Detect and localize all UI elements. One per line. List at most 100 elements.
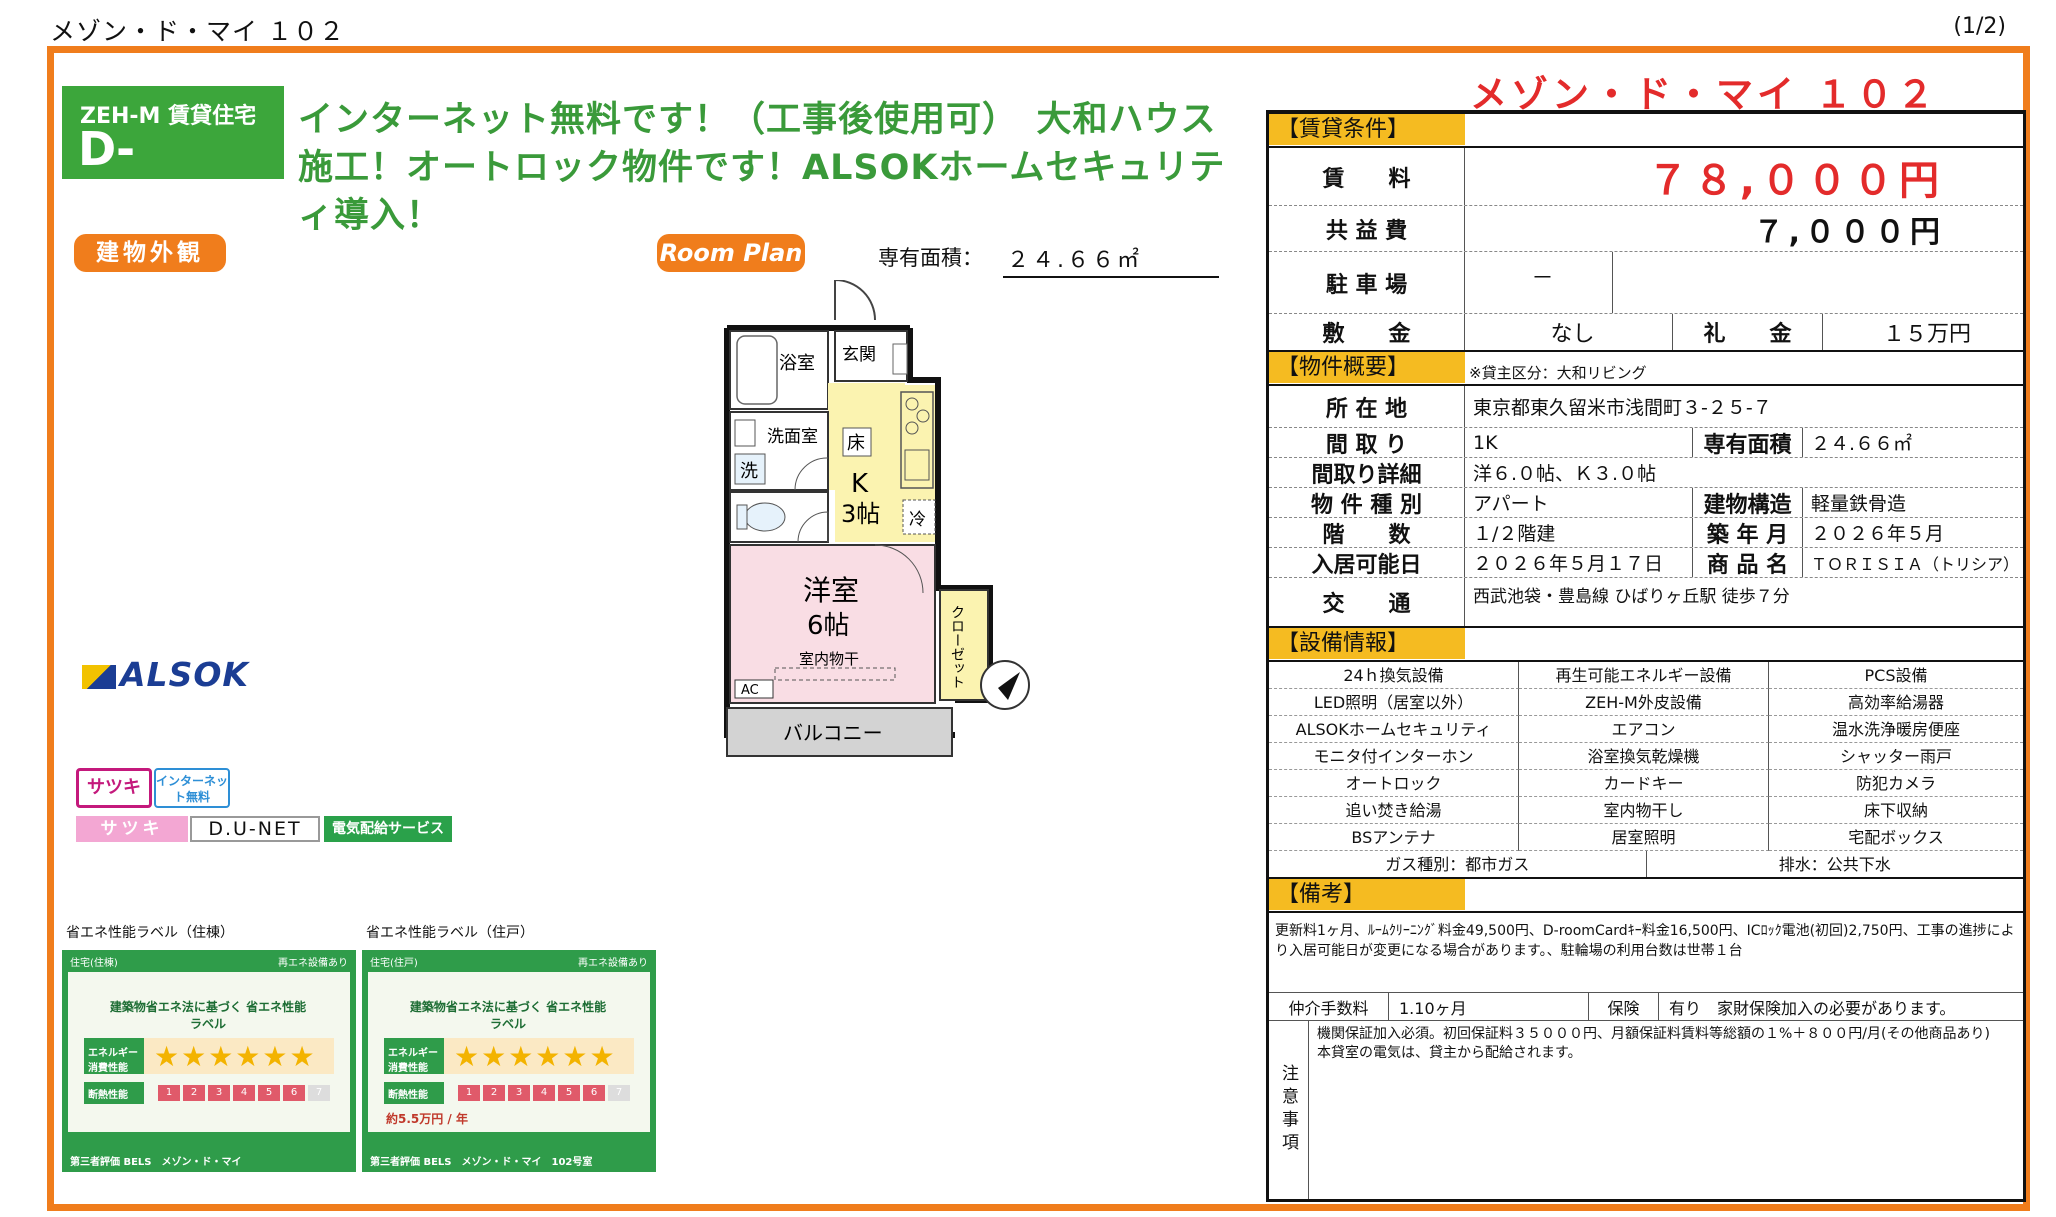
insurance-value: 有り 家財保険加入の必要があります。 bbox=[1669, 998, 1956, 1018]
alsok-logo: ALSOK bbox=[82, 655, 249, 694]
star-rating-icon: ★★★★★★ bbox=[154, 1040, 317, 1073]
area-row-label: 専有面積 bbox=[1693, 428, 1803, 458]
indoor-dry-label: 室内物干 bbox=[799, 650, 859, 668]
product-label: 商 品 名 bbox=[1693, 548, 1803, 578]
gas-type: ガス種別：都市ガス bbox=[1269, 851, 1647, 877]
parking-label: 駐 車 場 bbox=[1269, 252, 1465, 313]
layout-row: 間 取 り 1K 専有面積 ２４.６６㎡ bbox=[1269, 428, 2023, 458]
power-service-banner: 電気配給サービス bbox=[324, 816, 452, 842]
equipment-item: 再生可能エネルギー設備 bbox=[1519, 662, 1769, 689]
property-sheet: 【賃貸条件】 賃 料 ７８,０００円 共 益 費 ７,０００円 駐 車 場 － … bbox=[1266, 110, 2026, 1202]
agent-fee-row: 仲介手数料 1.10ヶ月 保険 有り 家財保険加入の必要があります。 bbox=[1269, 993, 2023, 1021]
product-value: ＴＯＲＩＳＩＡ（トリシア） bbox=[1811, 554, 2020, 574]
layout-detail-row: 間取り詳細 洋６.０帖、Ｋ３.０帖 bbox=[1269, 458, 2023, 488]
floor-storage-label: 床 bbox=[847, 433, 865, 454]
bels-building-caption: 省エネ性能ラベル（住棟） bbox=[66, 925, 234, 941]
logo-line2: D-ROOM bbox=[78, 122, 234, 230]
bels-unit-renewable: 再エネ設備あり bbox=[578, 958, 648, 969]
overview-section: 【物件概要】 ※貸主区分：大和リビング bbox=[1269, 352, 2023, 386]
equipment-section-title: 【設備情報】 bbox=[1269, 628, 1465, 659]
rental-section-title: 【賃貸条件】 bbox=[1269, 114, 1465, 145]
area-row-value: ２４.６６㎡ bbox=[1811, 433, 1913, 455]
equipment-item: BSアンテナ bbox=[1269, 824, 1519, 851]
movein-value: ２０２６年５月１７日 bbox=[1465, 548, 1693, 577]
equipment-item: ALSOKホームセキュリティ bbox=[1269, 716, 1519, 743]
equipment-item: 温水洗浄暖房便座 bbox=[1769, 716, 2023, 743]
entrance-label: 玄関 bbox=[842, 345, 876, 365]
equipment-item: 室内物干し bbox=[1519, 797, 1769, 824]
address-row: 所 在 地 東京都東久留米市浅間町３-２５-７ bbox=[1269, 386, 2023, 428]
alsok-mark-icon bbox=[82, 664, 116, 689]
floor-label: 階 数 bbox=[1269, 518, 1465, 548]
bath-label: 浴室 bbox=[779, 353, 815, 374]
equipment-item: カードキー bbox=[1519, 770, 1769, 797]
satsuki-badge: サツキ bbox=[76, 768, 152, 808]
area-value: ２４.６６㎡ bbox=[1003, 242, 1219, 278]
deposit-row: 敷 金 なし 礼 金 １５万円 bbox=[1269, 314, 2023, 352]
bels-building-renewable: 再エネ設備あり bbox=[278, 958, 348, 969]
equipment-item: オートロック bbox=[1269, 770, 1519, 797]
room-plan-label: Room Plan bbox=[657, 234, 805, 272]
movein-row: 入居可能日 ２０２６年５月１７日 商 品 名 ＴＯＲＩＳＩＡ（トリシア） bbox=[1269, 548, 2023, 578]
deposit-value: なし bbox=[1465, 314, 1673, 350]
area-label: 専有面積： bbox=[878, 246, 983, 270]
bels-unit-label: 住宅(住戸) 再エネ設備あり 建築物省エネ法に基づく 省エネ性能ラベル エネルギ… bbox=[362, 950, 656, 1172]
washer-label: 洗 bbox=[740, 461, 758, 482]
floor-row: 階 数 １/２階建 築 年 月 ２０２６年５月 bbox=[1269, 518, 2023, 548]
type-row: 物 件 種 別 アパート 建物構造 軽量鉄骨造 bbox=[1269, 488, 2023, 518]
equipment-grid: 24ｈ換気設備 再生可能エネルギー設備 PCS設備 LED照明（居室以外） ZEH-M外… bbox=[1269, 662, 2023, 851]
agent-fee-value: 1.10ヶ月 bbox=[1389, 993, 1589, 1020]
floor-plan: 浴室 玄関 洗面室 床 洗 冷 K 3帖 洋室 6帖 室内物干 AC クローゼッ… bbox=[724, 280, 1030, 757]
key-money-value: １５万円 bbox=[1882, 322, 1971, 347]
key-money-label: 礼 金 bbox=[1673, 314, 1823, 350]
bels-building-footer: 第三者評価 BELS メゾン・ド・マイ bbox=[70, 1157, 242, 1168]
transit-value: 西武池袋・豊島線 ひばりヶ丘駅 徒歩７分 bbox=[1473, 587, 1790, 607]
rent-label: 賃 料 bbox=[1269, 148, 1465, 205]
free-internet-badge: インターネット無料 bbox=[154, 768, 230, 808]
balcony-label: バルコニー bbox=[783, 721, 883, 745]
parking-row: 駐 車 場 － bbox=[1269, 252, 2023, 314]
kitchen-size: 3帖 bbox=[841, 500, 880, 528]
equipment-item: 宅配ボックス bbox=[1769, 824, 2023, 851]
ac-label: AC bbox=[741, 683, 759, 698]
page-header-title: メゾン・ド・マイ １０２ bbox=[50, 17, 345, 46]
washroom-label: 洗面室 bbox=[767, 427, 818, 447]
bels-unit-header: 住宅(住戸) bbox=[370, 958, 418, 969]
dunet-banner: D.U-NET bbox=[190, 816, 320, 842]
movein-label: 入居可能日 bbox=[1269, 548, 1465, 578]
built-label: 築 年 月 bbox=[1693, 518, 1803, 548]
layout-detail-label: 間取り詳細 bbox=[1269, 458, 1465, 488]
remarks-section: 【備考】 bbox=[1269, 879, 2023, 913]
transit-row: 交 通 西武池袋・豊島線 ひばりヶ丘駅 徒歩７分 bbox=[1269, 578, 2023, 628]
equipment-item: 防犯カメラ bbox=[1769, 770, 2023, 797]
parking-value: － bbox=[1465, 252, 1613, 313]
rental-section: 【賃貸条件】 bbox=[1269, 114, 2023, 148]
equipment-item: 床下収納 bbox=[1769, 797, 2023, 824]
equipment-item: シャッター雨戸 bbox=[1769, 743, 2023, 770]
insurance-label: 保険 bbox=[1589, 993, 1659, 1020]
address-label: 所 在 地 bbox=[1269, 386, 1465, 427]
structure-value: 軽量鉄骨造 bbox=[1811, 493, 1907, 515]
common-fee-label: 共 益 費 bbox=[1269, 206, 1465, 251]
insulation-scale: 1234567 bbox=[158, 1085, 333, 1101]
caution-label: 注意事項 bbox=[1269, 1021, 1309, 1199]
bels-building-header: 住宅(住棟) bbox=[70, 958, 118, 969]
bels-unit-caption: 省エネ性能ラベル（住戸） bbox=[366, 925, 534, 941]
equipment-item: PCS設備 bbox=[1769, 662, 2023, 689]
caution-block: 注意事項 機関保証加入必須。初回保証料３５０００円、月額保証料賃料等総額の１%＋… bbox=[1269, 1021, 2023, 1199]
rent-row: 賃 料 ７８,０００円 bbox=[1269, 148, 2023, 206]
droom-logo: ZEH-M 賃貸住宅 D-ROOM bbox=[62, 86, 284, 230]
built-value: ２０２６年５月 bbox=[1811, 523, 1945, 545]
rent-value: ７８,０００円 bbox=[1647, 157, 1945, 204]
insulation-scale: 1234567 bbox=[458, 1085, 633, 1101]
utility-row: ガス種別：都市ガス 排水：公共下水 bbox=[1269, 851, 2023, 879]
bels-building-title: 建築物省エネ法に基づく 省エネ性能ラベル bbox=[109, 1000, 307, 1031]
bels-building-energy-label: エネルギー消費性能 bbox=[84, 1038, 144, 1074]
landlord-note: ※貸主区分：大和リビング bbox=[1469, 364, 1647, 382]
alsok-text: ALSOK bbox=[120, 655, 249, 694]
equipment-section: 【設備情報】 bbox=[1269, 628, 2023, 662]
equipment-item: エアコン bbox=[1519, 716, 1769, 743]
satsuki-banner: サツキ bbox=[76, 816, 188, 842]
bels-unit-insulation-label: 断熱性能 bbox=[384, 1082, 444, 1104]
fridge-label: 冷 bbox=[909, 510, 926, 530]
